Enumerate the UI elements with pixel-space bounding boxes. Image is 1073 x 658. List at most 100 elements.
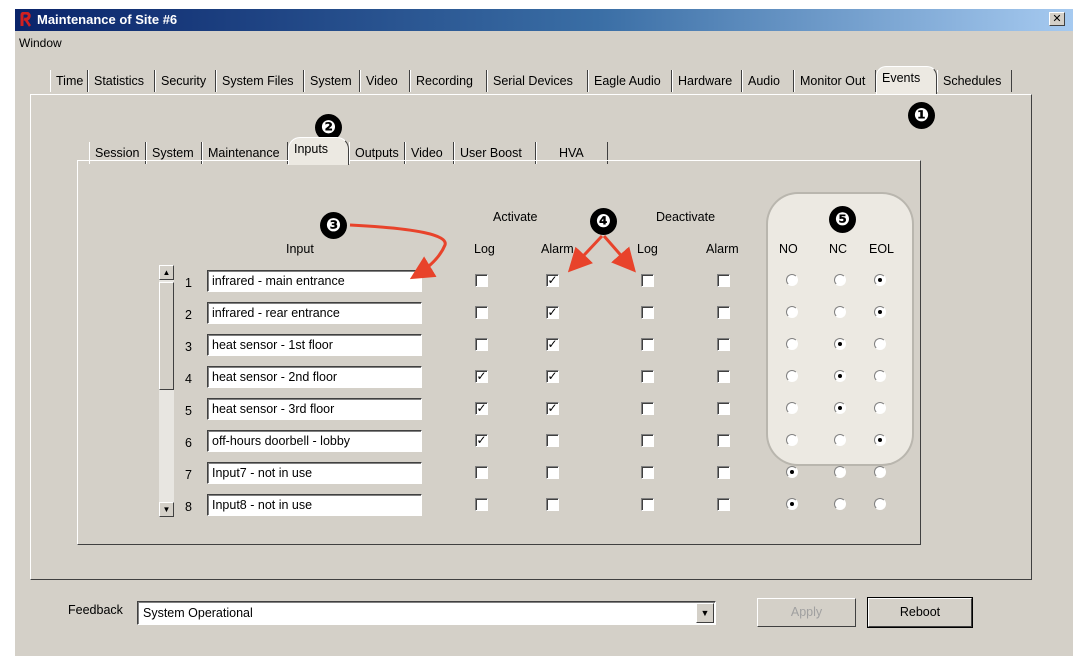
input-number: 4 [185,372,192,386]
input-number: 5 [185,404,192,418]
act-log-checkbox[interactable] [475,338,488,351]
reboot-button[interactable]: Reboot [868,598,972,627]
contact-no-radio[interactable] [786,370,798,382]
contact-nc-radio[interactable] [834,306,846,318]
act-alarm-checkbox[interactable]: ✓ [546,338,559,351]
header-no: NO [779,242,798,256]
contact-nc-radio[interactable] [834,402,846,414]
input-name-field[interactable]: Input8 - not in use [207,494,422,516]
deact-alarm-checkbox[interactable] [717,338,730,351]
contact-eol-radio[interactable] [874,498,886,510]
tab-events[interactable]: Events [876,66,937,94]
tab-time[interactable]: Time [50,70,88,92]
contact-no-radio[interactable] [786,306,798,318]
contact-nc-radio[interactable] [834,434,846,446]
input-name-field[interactable]: heat sensor - 3rd floor [207,398,422,420]
deact-log-checkbox[interactable] [641,466,654,479]
contact-no-radio[interactable] [786,338,798,350]
header-deactivate-log: Log [637,242,658,256]
contact-no-radio[interactable] [786,402,798,414]
deact-alarm-checkbox[interactable] [717,498,730,511]
act-log-checkbox[interactable] [475,498,488,511]
act-alarm-checkbox[interactable] [546,434,559,447]
input-name-field[interactable]: infrared - main entrance [207,270,422,292]
header-activate: Activate [493,210,538,224]
tab-recording[interactable]: Recording [410,70,487,92]
deact-alarm-checkbox[interactable] [717,402,730,415]
input-row: 2 infrared - rear entrance ✓ [0,302,1073,334]
deact-log-checkbox[interactable] [641,274,654,287]
contact-eol-radio[interactable] [874,466,886,478]
input-number: 2 [185,308,192,322]
deact-log-checkbox[interactable] [641,338,654,351]
input-name-field[interactable]: heat sensor - 2nd floor [207,366,422,388]
deact-alarm-checkbox[interactable] [717,466,730,479]
window-title: Maintenance of Site #6 [37,12,178,27]
contact-eol-radio[interactable] [874,338,886,350]
act-log-checkbox[interactable]: ✓ [475,402,488,415]
act-alarm-checkbox[interactable] [546,498,559,511]
menu-window[interactable]: Window [19,36,62,50]
tab-video[interactable]: Video [360,70,410,92]
tab-serial-devices[interactable]: Serial Devices [487,70,588,92]
input-row: 5 heat sensor - 3rd floor ✓ ✓ [0,398,1073,430]
deact-alarm-checkbox[interactable] [717,306,730,319]
act-alarm-checkbox[interactable] [546,466,559,479]
callout-5: ❺ [829,206,856,233]
act-alarm-checkbox[interactable]: ✓ [546,402,559,415]
contact-eol-radio[interactable] [874,434,886,446]
deact-log-checkbox[interactable] [641,498,654,511]
tab-schedules[interactable]: Schedules [937,70,1012,92]
act-alarm-checkbox[interactable]: ✓ [546,370,559,383]
deact-log-checkbox[interactable] [641,402,654,415]
contact-nc-radio[interactable] [834,466,846,478]
act-log-checkbox[interactable]: ✓ [475,434,488,447]
deact-alarm-checkbox[interactable] [717,434,730,447]
feedback-value: System Operational [143,606,253,620]
act-log-checkbox[interactable] [475,306,488,319]
tab-statistics[interactable]: Statistics [88,70,155,92]
tab-security[interactable]: Security [155,70,216,92]
tab-monitor-out[interactable]: Monitor Out [794,70,876,92]
input-name-field[interactable]: Input7 - not in use [207,462,422,484]
contact-eol-radio[interactable] [874,402,886,414]
contact-no-radio[interactable] [786,498,798,510]
contact-no-radio[interactable] [786,434,798,446]
contact-nc-radio[interactable] [834,370,846,382]
deact-alarm-checkbox[interactable] [717,274,730,287]
input-name-field[interactable]: infrared - rear entrance [207,302,422,324]
input-name-field[interactable]: heat sensor - 1st floor [207,334,422,356]
act-alarm-checkbox[interactable]: ✓ [546,306,559,319]
contact-nc-radio[interactable] [834,498,846,510]
contact-nc-radio[interactable] [834,274,846,286]
subtab-inputs[interactable]: Inputs [288,137,349,165]
tab-system-files[interactable]: System Files [216,70,304,92]
input-name-field[interactable]: off-hours doorbell - lobby [207,430,422,452]
feedback-select[interactable]: System Operational ▼ [137,601,716,625]
act-log-checkbox[interactable]: ✓ [475,370,488,383]
contact-no-radio[interactable] [786,274,798,286]
contact-eol-radio[interactable] [874,274,886,286]
deact-log-checkbox[interactable] [641,306,654,319]
header-eol: EOL [869,242,895,256]
deact-alarm-checkbox[interactable] [717,370,730,383]
act-alarm-checkbox[interactable]: ✓ [546,274,559,287]
act-log-checkbox[interactable] [475,466,488,479]
contact-eol-radio[interactable] [874,306,886,318]
deact-log-checkbox[interactable] [641,370,654,383]
act-log-checkbox[interactable] [475,274,488,287]
close-button[interactable]: ✕ [1049,12,1065,26]
contact-no-radio[interactable] [786,466,798,478]
tab-eagle-audio[interactable]: Eagle Audio [588,70,672,92]
header-deactivate-alarm: Alarm [706,242,739,256]
tab-audio[interactable]: Audio [742,70,794,92]
feedback-label: Feedback [68,603,123,617]
chevron-down-icon[interactable]: ▼ [696,603,714,623]
apply-button[interactable]: Apply [757,598,856,627]
deact-log-checkbox[interactable] [641,434,654,447]
contact-eol-radio[interactable] [874,370,886,382]
tab-system[interactable]: System [304,70,360,92]
tab-hardware[interactable]: Hardware [672,70,742,92]
callout-3: ❸ [320,212,347,239]
contact-nc-radio[interactable] [834,338,846,350]
